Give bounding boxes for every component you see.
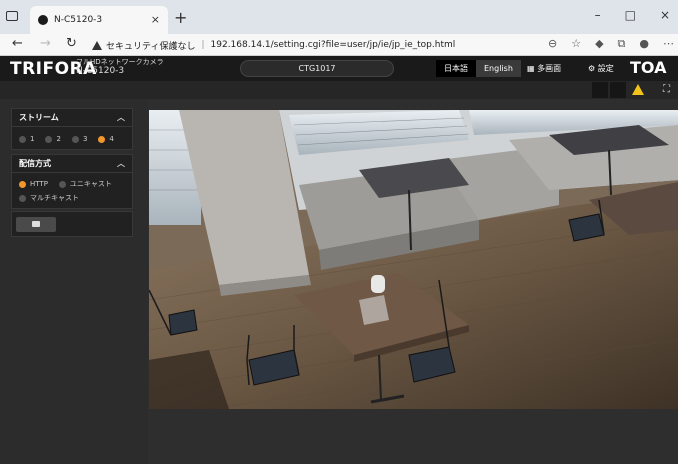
delivery-multicast-option[interactable]: マルチキャスト: [19, 193, 79, 203]
multi-view-label: 多画面: [537, 64, 562, 73]
more-icon[interactable]: ⋯: [663, 37, 674, 51]
close-tab-icon[interactable]: ×: [151, 13, 160, 26]
browser-tab[interactable]: N-C5120-3 ×: [30, 6, 168, 34]
fullscreen-icon[interactable]: ⛶: [663, 84, 670, 95]
settings-label: 設定: [597, 64, 614, 73]
new-tab-button[interactable]: +: [174, 8, 187, 27]
stream-panel-header[interactable]: ストリーム ︿: [12, 109, 132, 127]
chevron-up-icon[interactable]: ︿: [117, 109, 125, 127]
not-secure-icon: [92, 40, 102, 50]
browser-toolbar: ⊖ ☆ ◆ ⧉ ● ⋯: [548, 37, 674, 51]
multi-view-button[interactable]: ▦ 多画面: [527, 60, 561, 77]
stream-option-4[interactable]: 4: [98, 135, 114, 143]
stream-option-2[interactable]: 2: [45, 135, 61, 143]
delivery-panel-header[interactable]: 配信方式 ︿: [12, 155, 132, 173]
minimize-icon[interactable]: –: [595, 8, 601, 22]
camera-snapshot-button[interactable]: [16, 217, 56, 232]
window-controls: – □ ×: [595, 8, 670, 22]
tab-actions-icon[interactable]: [6, 11, 18, 21]
status-indicator: [592, 82, 608, 98]
not-secure-label: セキュリティ保護なし: [106, 41, 196, 52]
zoom-icon[interactable]: ⊖: [548, 37, 557, 51]
address-bar: ← → ↻ セキュリティ保護なし | 192.168.14.1/setting.…: [0, 34, 678, 56]
maximize-icon[interactable]: □: [625, 8, 636, 22]
stream-option-1[interactable]: 1: [19, 135, 34, 143]
status-indicator: [610, 82, 626, 98]
delivery-unicast-option[interactable]: ユニキャスト: [58, 179, 112, 189]
forward-icon[interactable]: →: [40, 36, 51, 51]
close-window-icon[interactable]: ×: [660, 8, 670, 22]
extension-icon[interactable]: ◆: [595, 37, 603, 51]
tab-title: N-C5120-3: [54, 15, 103, 25]
browser-tab-bar: N-C5120-3 × + – □ ×: [0, 0, 678, 34]
stream-title: ストリーム: [19, 113, 59, 122]
delivery-http-option[interactable]: HTTP: [19, 180, 48, 188]
lang-english-button[interactable]: English: [476, 60, 521, 77]
camera-info: フルHDネットワークカメラ N-C5120-3: [76, 58, 164, 76]
url-text: 192.168.14.1/setting.cgi?file=user/jp/ie…: [210, 40, 456, 50]
delivery-title: 配信方式: [19, 159, 51, 168]
refresh-icon[interactable]: ↻: [66, 36, 77, 51]
stream-option-3[interactable]: 3: [71, 135, 87, 143]
chevron-up-icon[interactable]: ︿: [117, 155, 125, 173]
live-video-feed[interactable]: [149, 110, 678, 409]
collections-icon[interactable]: ⧉: [618, 37, 626, 51]
stream-panel: ストリーム ︿ 1 2 3 4: [11, 108, 133, 150]
warning-icon[interactable]: [632, 84, 644, 95]
delivery-panel: 配信方式 ︿ HTTP ユニキャスト マルチキャスト: [11, 154, 133, 209]
settings-button[interactable]: ⚙ 設定: [588, 60, 614, 77]
app-header: TRIFORA フルHDネットワークカメラ N-C5120-3 CTG1017 …: [0, 56, 678, 81]
back-icon[interactable]: ←: [12, 36, 23, 51]
snapshot-panel: [11, 211, 133, 237]
favicon-icon: [38, 15, 48, 25]
url-field[interactable]: セキュリティ保護なし | 192.168.14.1/setting.cgi?fi…: [92, 36, 512, 54]
lang-japanese-button[interactable]: 日本語: [436, 60, 476, 77]
favorite-icon[interactable]: ☆: [571, 37, 581, 51]
profile-icon[interactable]: ●: [639, 37, 649, 51]
toa-logo: TOA: [630, 58, 667, 77]
control-sidebar: ストリーム ︿ 1 2 3 4 配信方式 ︿ HTTP ユニキャスト マルチキャ…: [0, 99, 148, 464]
status-bar: ⛶: [0, 81, 678, 99]
camera-model: N-C5120-3: [76, 66, 125, 76]
device-name: CTG1017: [240, 60, 394, 77]
camera-image: [149, 110, 678, 409]
